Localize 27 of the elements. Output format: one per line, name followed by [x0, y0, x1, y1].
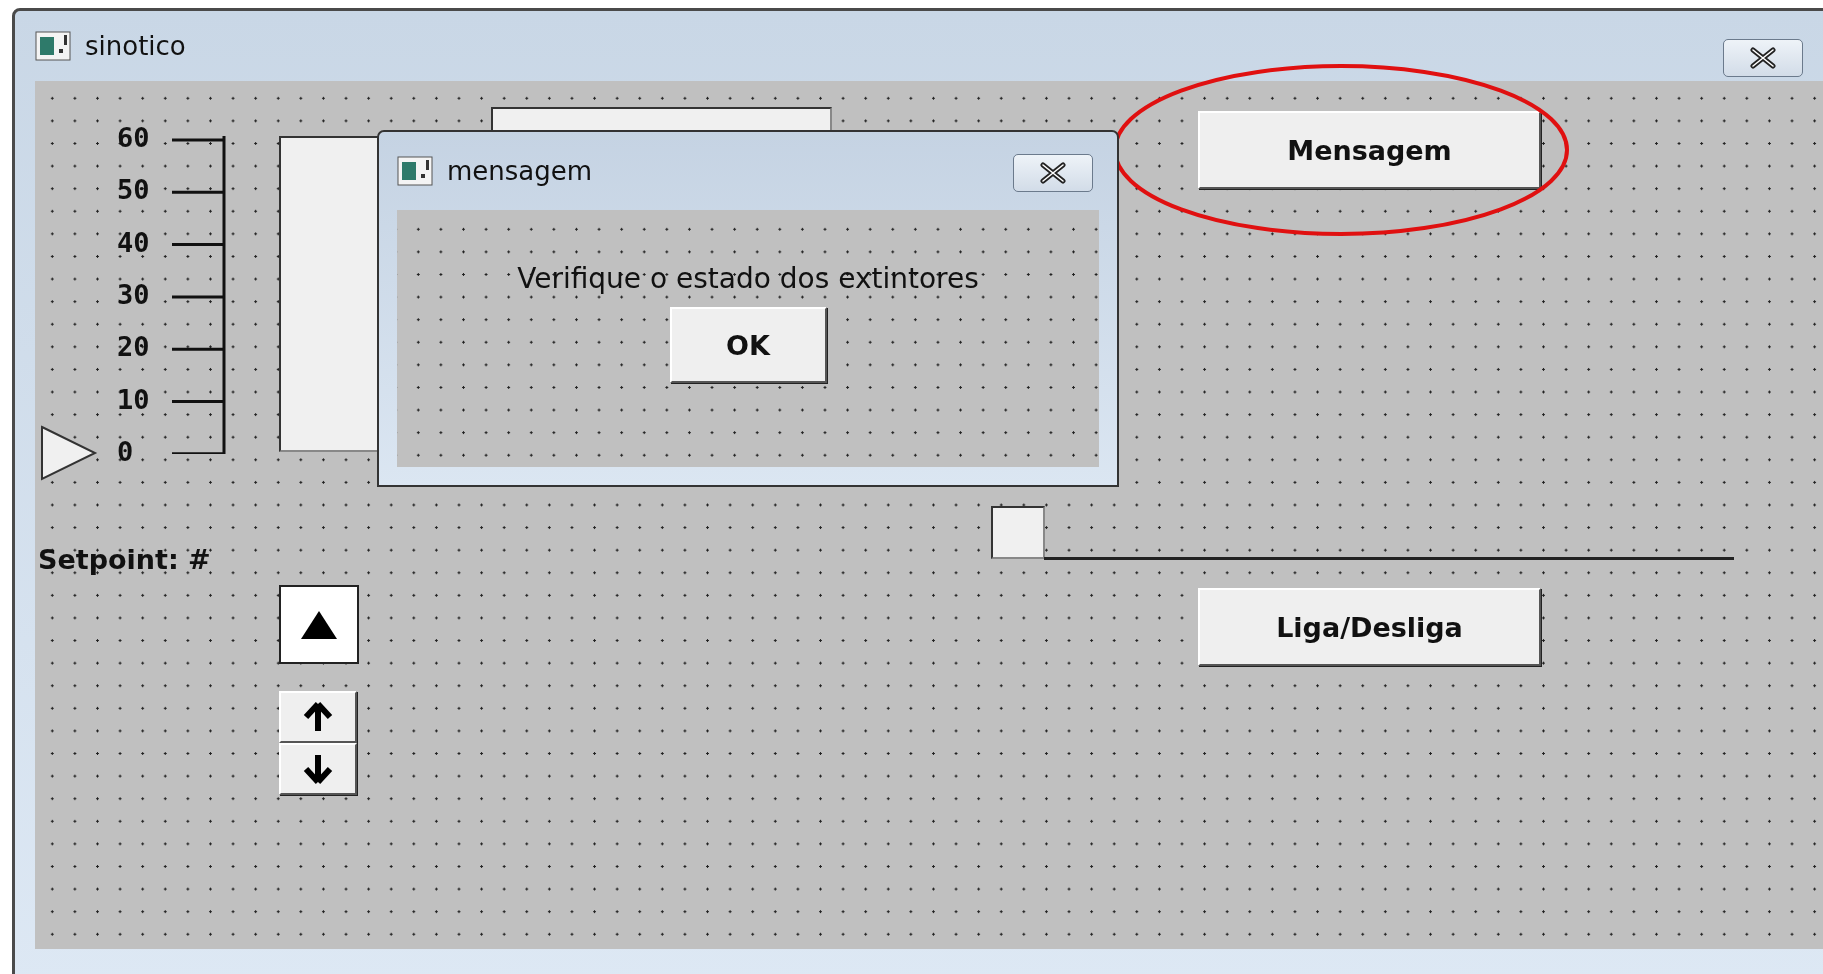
message-button[interactable]: Mensagem [1198, 111, 1541, 189]
scale-label: 20 [117, 330, 150, 362]
pointer-triangle-icon [40, 425, 98, 481]
scale-label: 30 [117, 278, 150, 310]
scale-label: 60 [117, 121, 150, 153]
ok-button[interactable]: OK [669, 307, 827, 383]
close-button[interactable] [1013, 154, 1093, 192]
close-button[interactable] [1723, 39, 1803, 77]
close-icon [1039, 162, 1067, 184]
arrow-down-icon [303, 753, 333, 785]
arrow-up-icon [303, 701, 333, 733]
dialog-title: mensagem [447, 156, 593, 186]
indicator-square [991, 506, 1045, 559]
close-icon [1749, 47, 1777, 69]
toggle-button[interactable]: Liga/Desliga [1198, 588, 1541, 666]
app-icon [35, 31, 71, 61]
up-triangle-button[interactable] [279, 585, 359, 664]
scale-label: 50 [117, 173, 150, 205]
dialog-message: Verifique o estado dos extintores [517, 262, 979, 295]
increment-button[interactable] [279, 691, 357, 743]
scale-label: 0 [117, 435, 134, 467]
setpoint-label: Setpoint: # [38, 543, 211, 575]
decrement-button[interactable] [279, 743, 357, 795]
window-title: sinotico [85, 31, 186, 61]
app-icon [397, 156, 433, 186]
scale-label: 10 [117, 383, 150, 414]
scale-label: 40 [117, 226, 150, 258]
